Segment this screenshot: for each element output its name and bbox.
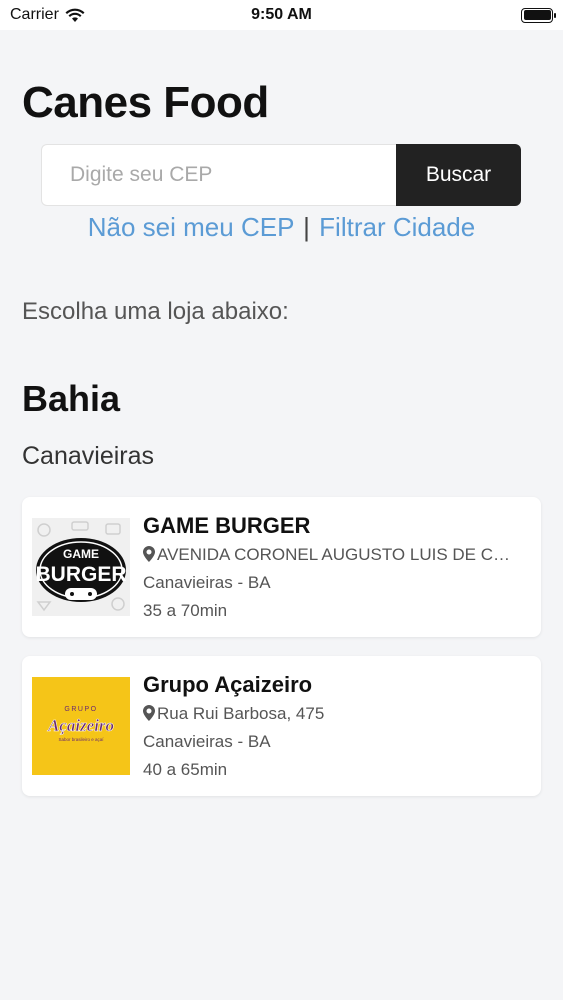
app-title: Canes Food: [22, 78, 269, 127]
battery-icon: [521, 7, 556, 23]
choose-store-label: Escolha uma loja abaixo:: [22, 298, 289, 325]
store-name: Grupo Açaizeiro: [143, 672, 313, 697]
battery-fill: [523, 10, 551, 20]
unknown-cep-link[interactable]: Não sei meu CEP: [88, 212, 294, 242]
store-location: Canavieiras - BA: [143, 573, 271, 592]
city-heading: Canavieiras: [22, 442, 155, 470]
logo-line1: GRUPO: [64, 706, 97, 713]
map-pin-icon: [143, 705, 155, 721]
search-button[interactable]: Buscar: [396, 144, 521, 206]
status-bar: Carrier 9:50 AM: [0, 0, 563, 30]
store-logo: GRUPO Açaizeiro Sabor brasileiro e açaí: [32, 677, 130, 775]
cep-search-bar: Buscar: [41, 144, 521, 206]
store-card-grupo-acaizeiro[interactable]: GRUPO Açaizeiro Sabor brasileiro e açaí …: [22, 656, 541, 796]
store-info: GAME BURGER AVENIDA CORONEL AUGUSTO LUIS…: [143, 513, 541, 621]
map-pin-icon: [143, 546, 155, 562]
store-address: Rua Rui Barbosa, 475: [143, 704, 521, 724]
logo-line2: Açaizeiro: [47, 716, 114, 735]
wifi-icon: [65, 8, 85, 22]
cep-input[interactable]: [41, 144, 396, 206]
carrier-label: Carrier: [10, 6, 59, 23]
logo-line3: Sabor brasileiro e açaí: [58, 737, 104, 742]
state-heading: Bahia: [22, 378, 121, 419]
links-separator: |: [303, 212, 310, 242]
search-links: Não sei meu CEP | Filtrar Cidade: [0, 212, 563, 243]
store-address: AVENIDA CORONEL AUGUSTO LUIS DE CARVALHO: [143, 545, 521, 565]
logo-line2: BURGER: [35, 563, 126, 586]
store-location: Canavieiras - BA: [143, 732, 271, 751]
store-address-text: Rua Rui Barbosa, 475: [157, 704, 325, 723]
store-info: Grupo Açaizeiro Rua Rui Barbosa, 475 Can…: [143, 672, 541, 780]
store-logo: GAME BURGER: [32, 518, 130, 616]
status-left: Carrier: [10, 6, 85, 24]
store-delivery-time: 40 a 65min: [143, 760, 228, 779]
game-burger-logo: GAME BURGER: [32, 518, 130, 616]
store-name: GAME BURGER: [143, 513, 311, 538]
acaizeiro-logo: GRUPO Açaizeiro Sabor brasileiro e açaí: [32, 677, 130, 775]
filter-city-link[interactable]: Filtrar Cidade: [319, 212, 475, 242]
logo-line1: GAME: [63, 547, 99, 561]
store-address-text: AVENIDA CORONEL AUGUSTO LUIS DE CARVALHO: [157, 545, 521, 564]
store-delivery-time: 35 a 70min: [143, 601, 228, 620]
store-card-game-burger[interactable]: GAME BURGER GAME BURGER AVENIDA CORONEL …: [22, 497, 541, 637]
